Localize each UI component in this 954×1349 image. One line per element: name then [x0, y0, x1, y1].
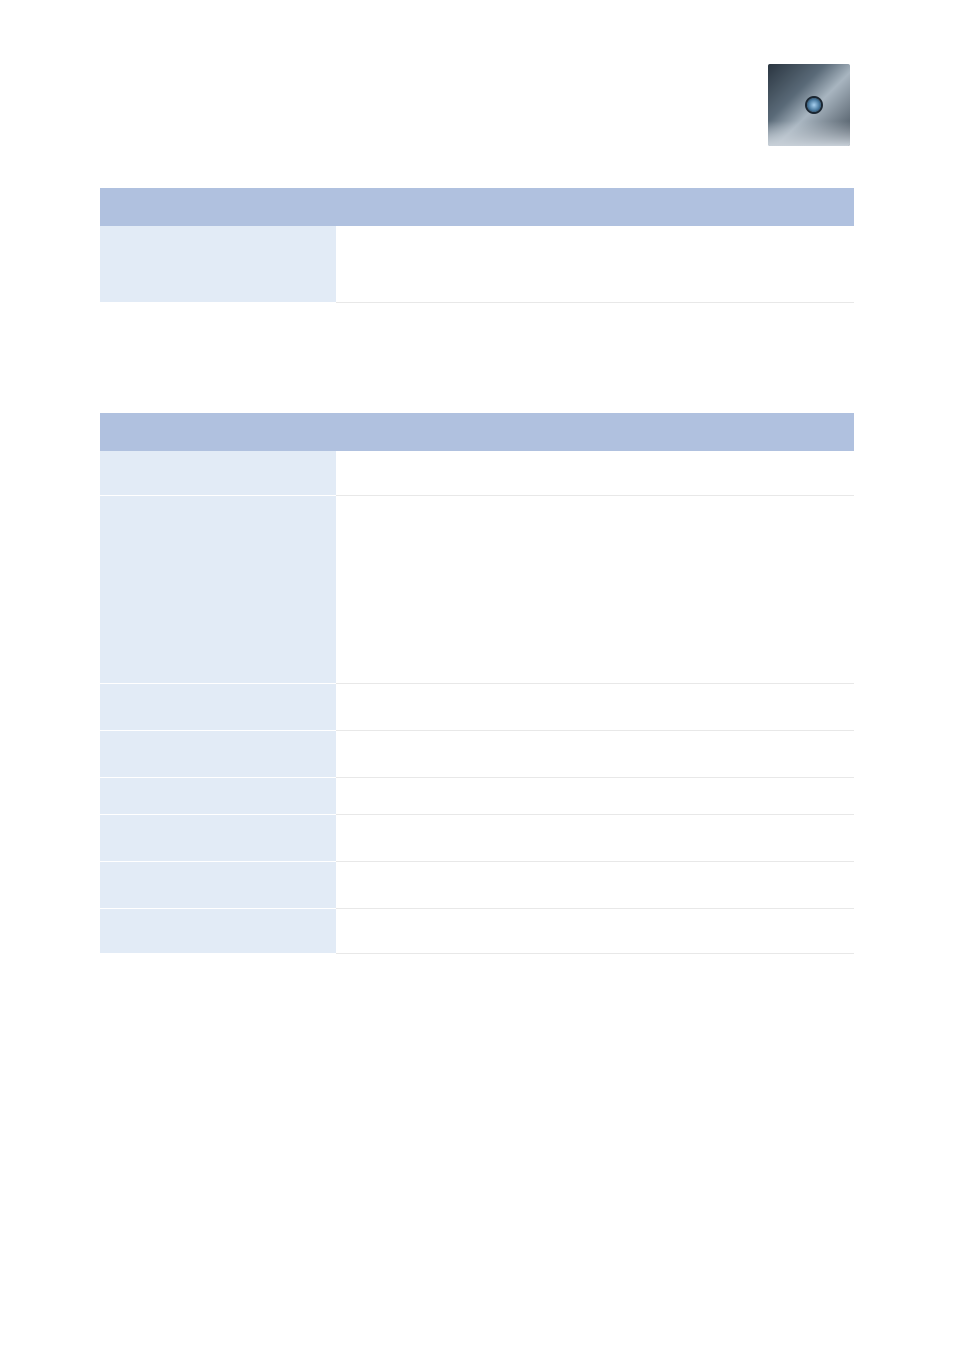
table-2-row-8-label [100, 909, 336, 954]
table-1-header-right [336, 188, 854, 226]
table-2-row-8 [100, 909, 854, 954]
table-1-row-1-label [100, 226, 336, 302]
table-2-row-7 [100, 862, 854, 909]
table-1-row-1 [100, 226, 854, 302]
table-2-row-7-label [100, 862, 336, 909]
table-2-row-6-value [336, 815, 854, 862]
table-2-row-8-value [336, 909, 854, 954]
page-container [0, 0, 954, 954]
table-2-row-7-value [336, 862, 854, 909]
table-2-row-3-value [336, 684, 854, 731]
table-2-header-right [336, 413, 854, 451]
table-2-row-3 [100, 684, 854, 731]
table-2-row-1 [100, 451, 854, 496]
table-1-row-1-value [336, 226, 854, 302]
table-2-row-5-label [100, 778, 336, 815]
wolf-eye-logo [768, 64, 850, 146]
table-2 [100, 413, 854, 955]
table-1-header-left [100, 188, 336, 226]
table-2-row-2-label [100, 496, 336, 684]
table-2-row-2-value [336, 496, 854, 684]
table-2-header-row [100, 413, 854, 451]
table-2-row-5-value [336, 778, 854, 815]
table-1 [100, 188, 854, 303]
table-2-row-6 [100, 815, 854, 862]
table-2-row-3-label [100, 684, 336, 731]
content-area [100, 188, 854, 954]
table-2-row-1-value [336, 451, 854, 496]
table-gap [100, 303, 854, 413]
table-2-row-4 [100, 731, 854, 778]
table-2-row-1-label [100, 451, 336, 496]
table-2-row-4-value [336, 731, 854, 778]
table-2-row-5 [100, 778, 854, 815]
table-2-row-4-label [100, 731, 336, 778]
table-1-header-row [100, 188, 854, 226]
table-2-header-left [100, 413, 336, 451]
table-2-row-2 [100, 496, 854, 684]
table-2-row-6-label [100, 815, 336, 862]
